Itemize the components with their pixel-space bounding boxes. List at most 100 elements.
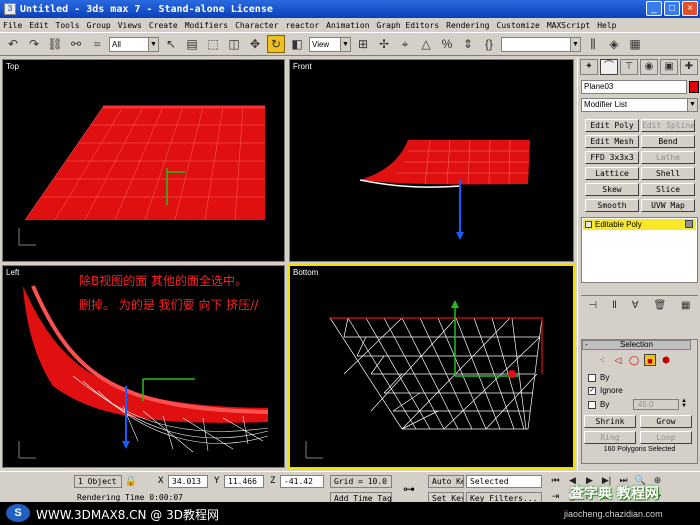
edit-named-selection-icon[interactable]: {} xyxy=(480,35,498,53)
named-selection-dropdown[interactable]: ▼ xyxy=(501,36,581,52)
menu-help[interactable]: Help xyxy=(597,21,616,30)
utilities-tab-icon[interactable]: ✚ xyxy=(680,59,698,75)
select-manipulate-icon[interactable]: ✢ xyxy=(375,35,393,53)
z-coordinate-field[interactable]: -41.42 xyxy=(280,475,324,488)
shrink-button[interactable]: Shrink xyxy=(584,415,636,428)
viewport-front[interactable]: Front xyxy=(289,59,574,262)
edit-mesh-button[interactable]: Edit Mesh xyxy=(585,135,639,148)
menu-character[interactable]: Character xyxy=(235,21,278,30)
menu-tools[interactable]: Tools xyxy=(56,21,80,30)
element-icon[interactable]: ⬢ xyxy=(660,354,672,366)
ignore-backfacing-checkbox[interactable]: ✓ Ignore xyxy=(588,386,623,395)
menu-rendering[interactable]: Rendering xyxy=(446,21,489,30)
maximize-button[interactable]: □ xyxy=(664,1,680,16)
by-angle-checkbox[interactable]: By xyxy=(588,400,609,409)
lathe-button[interactable]: Lathe xyxy=(641,151,695,164)
key-icon[interactable]: ⊶ xyxy=(403,482,415,496)
mirror-icon[interactable]: ⫼ xyxy=(584,35,602,53)
y-coordinate-field[interactable]: 11.466 xyxy=(224,475,264,488)
menu-reactor[interactable]: reactor xyxy=(285,21,319,30)
selection-rollout-header[interactable]: - Selection xyxy=(582,340,691,350)
modifier-list-dropdown[interactable]: Modifier List ▼ xyxy=(581,98,698,112)
menu-group[interactable]: Group xyxy=(87,21,111,30)
select-rotate-icon[interactable]: ↻ xyxy=(267,35,285,53)
minimize-button[interactable]: _ xyxy=(646,1,662,16)
selection-filter-dropdown[interactable]: All ▼ xyxy=(109,36,159,52)
shell-button[interactable]: Shell xyxy=(641,167,695,180)
close-button[interactable]: × xyxy=(682,1,698,16)
display-tab-icon[interactable]: ▣ xyxy=(660,59,678,75)
redo-icon[interactable]: ↷ xyxy=(25,35,43,53)
lock-selection-icon[interactable]: 🔒 xyxy=(124,473,138,489)
show-end-result-icon[interactable]: Ⅱ xyxy=(612,300,617,311)
pivot-center-icon[interactable]: ⊞ xyxy=(354,35,372,53)
edit-spline-button[interactable]: Edit Spline xyxy=(641,119,695,132)
viewport-bottom[interactable]: Bottom xyxy=(288,264,575,469)
remove-modifier-icon[interactable]: 🗑 xyxy=(653,300,666,311)
stack-item-editable-poly[interactable]: Editable Poly xyxy=(583,219,696,230)
by-vertex-checkbox[interactable]: By xyxy=(588,373,609,382)
menu-file[interactable]: File xyxy=(3,21,22,30)
link-icon[interactable]: ⛓ xyxy=(46,35,64,53)
spinner-snap-icon[interactable]: ⇕ xyxy=(459,35,477,53)
stack-tools: ⊣ Ⅱ ∀ 🗑 ▦ xyxy=(581,300,698,311)
reference-coordinate-dropdown[interactable]: View ▼ xyxy=(309,36,351,52)
spinner-arrows-icon[interactable]: ▲ ▼ xyxy=(681,398,688,410)
configure-modifier-sets-icon[interactable]: ▦ xyxy=(681,300,690,311)
menu-views[interactable]: Views xyxy=(118,21,142,30)
auto-key-button[interactable]: Auto Key xyxy=(428,475,464,488)
x-coordinate-field[interactable]: 34.013 xyxy=(168,475,208,488)
lattice-button[interactable]: Lattice xyxy=(585,167,639,180)
align-icon[interactable]: ◈ xyxy=(605,35,623,53)
percent-snap-icon[interactable]: % xyxy=(438,35,456,53)
smooth-button[interactable]: Smooth xyxy=(585,199,639,212)
uvw-map-button[interactable]: UVW Map xyxy=(641,199,695,212)
object-name-field[interactable]: Plane03 xyxy=(581,80,687,94)
border-icon[interactable]: ◯ xyxy=(628,354,640,366)
ring-button[interactable]: Ring xyxy=(584,431,636,444)
edit-poly-button[interactable]: Edit Poly xyxy=(585,119,639,132)
menu-create[interactable]: Create xyxy=(149,21,178,30)
snap-toggle-icon[interactable]: ⌖ xyxy=(396,35,414,53)
viewport-left[interactable]: Left 除B视图的面 其他的面全选中。 删掉。 为的是 我们要 向下 挤压// xyxy=(2,265,285,468)
motion-tab-icon[interactable]: ◉ xyxy=(640,59,658,75)
menu-customize[interactable]: Customize xyxy=(497,21,540,30)
key-selection-dropdown[interactable]: Selected xyxy=(466,475,542,488)
window-crossing-icon[interactable]: ◫ xyxy=(225,35,243,53)
modify-tab-icon[interactable]: ⌒ xyxy=(600,59,618,75)
menu-modifiers[interactable]: Modifiers xyxy=(185,21,228,30)
loop-button[interactable]: Loop xyxy=(640,431,692,444)
bind-space-warp-icon[interactable]: ≈ xyxy=(88,35,106,53)
viewport-top[interactable]: Top xyxy=(2,59,285,262)
layer-manager-icon[interactable]: ▦ xyxy=(626,35,644,53)
vertex-icon[interactable]: ⁖ xyxy=(596,354,608,366)
angle-spinner[interactable]: 45.0 xyxy=(633,399,679,410)
polygon-icon[interactable]: ■ xyxy=(644,354,656,366)
slice-button[interactable]: Slice xyxy=(641,183,695,196)
create-tab-icon[interactable]: ✦ xyxy=(580,59,598,75)
angle-snap-icon[interactable]: △ xyxy=(417,35,435,53)
object-color-swatch[interactable] xyxy=(689,81,699,93)
bend-button[interactable]: Bend xyxy=(641,135,695,148)
app-icon[interactable]: 3 xyxy=(4,3,16,15)
undo-icon[interactable]: ↶ xyxy=(4,35,22,53)
menu-graph-editors[interactable]: Graph Editors xyxy=(377,21,440,30)
menu-edit[interactable]: Edit xyxy=(29,21,48,30)
select-object-icon[interactable]: ↖ xyxy=(162,35,180,53)
menu-maxscript[interactable]: MAXScript xyxy=(547,21,590,30)
select-scale-icon[interactable]: ◧ xyxy=(288,35,306,53)
skew-button[interactable]: Skew xyxy=(585,183,639,196)
unlink-icon[interactable]: ⚯ xyxy=(67,35,85,53)
pin-stack-icon[interactable]: ⊣ xyxy=(588,300,597,311)
make-unique-icon[interactable]: ∀ xyxy=(632,300,639,311)
stack-light-icon[interactable] xyxy=(585,221,592,228)
edge-icon[interactable]: ◁ xyxy=(612,354,624,366)
grow-button[interactable]: Grow xyxy=(640,415,692,428)
select-by-name-icon[interactable]: ▤ xyxy=(183,35,201,53)
ignore-backfacing-label: Ignore xyxy=(600,386,623,395)
menu-animation[interactable]: Animation xyxy=(326,21,369,30)
rectangular-selection-icon[interactable]: ⬚ xyxy=(204,35,222,53)
hierarchy-tab-icon[interactable]: ⊤ xyxy=(620,59,638,75)
select-move-icon[interactable]: ✥ xyxy=(246,35,264,53)
ffd-button[interactable]: FFD 3x3x3 xyxy=(585,151,639,164)
